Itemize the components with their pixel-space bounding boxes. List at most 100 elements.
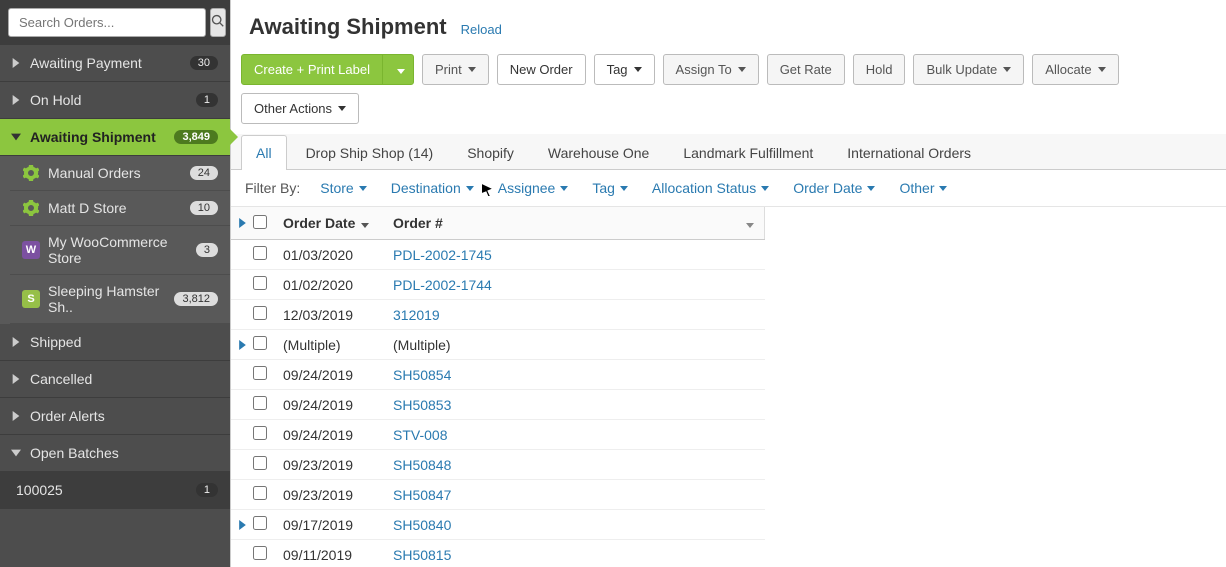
order-link[interactable]: SH50854 (393, 367, 451, 383)
main-panel: Awaiting Shipment Reload Create + Print … (230, 0, 1226, 567)
gear-icon (22, 199, 40, 217)
sidebar-shipped[interactable]: Shipped (0, 324, 230, 361)
sidebar-store-manual[interactable]: Manual Orders 24 (10, 156, 230, 191)
row-checkbox[interactable] (249, 540, 273, 567)
sidebar-open-batches[interactable]: Open Batches (0, 435, 230, 472)
filter-allocation-status[interactable]: Allocation Status (652, 180, 769, 196)
sidebar-item-label: Shipped (30, 334, 218, 350)
sidebar-store-mattd[interactable]: Matt D Store 10 (10, 191, 230, 226)
row-checkbox[interactable] (249, 240, 273, 270)
sidebar-order-alerts[interactable]: Order Alerts (0, 398, 230, 435)
row-checkbox[interactable] (249, 360, 273, 390)
table-row[interactable]: 01/03/2020PDL-2002-1745 (231, 240, 765, 270)
sidebar-awaiting-payment[interactable]: Awaiting Payment 30 (0, 45, 230, 82)
order-link[interactable]: SH50815 (393, 547, 451, 563)
order-link[interactable]: SH50847 (393, 487, 451, 503)
cell-order-number[interactable]: SH50848 (383, 450, 765, 480)
sidebar-cancelled[interactable]: Cancelled (0, 361, 230, 398)
cell-order-number[interactable]: SH50847 (383, 480, 765, 510)
sidebar-item-label: Order Alerts (30, 408, 218, 424)
order-link[interactable]: SH50840 (393, 517, 451, 533)
order-link[interactable]: SH50848 (393, 457, 451, 473)
search-input[interactable] (8, 8, 206, 37)
row-checkbox[interactable] (249, 390, 273, 420)
get-rate-button[interactable]: Get Rate (767, 54, 845, 85)
row-checkbox[interactable] (249, 510, 273, 540)
cell-order-number[interactable]: SH50815 (383, 540, 765, 567)
filter-order-date[interactable]: Order Date (793, 180, 875, 196)
cell-order-number[interactable]: 312019 (383, 300, 765, 330)
order-link[interactable]: PDL-2002-1744 (393, 277, 492, 293)
filter-assignee[interactable]: Assignee (498, 180, 569, 196)
sidebar-store-woocommerce[interactable]: W My WooCommerce Store 3 (10, 226, 230, 275)
reload-link[interactable]: Reload (461, 22, 502, 37)
table-row[interactable]: 09/23/2019SH50847 (231, 480, 765, 510)
tab[interactable]: All (241, 135, 287, 170)
print-button[interactable]: Print (422, 54, 489, 85)
tab[interactable]: Drop Ship Shop (14) (291, 135, 449, 170)
row-checkbox[interactable] (249, 480, 273, 510)
other-actions-button[interactable]: Other Actions (241, 93, 359, 124)
cell-order-number[interactable]: SH50853 (383, 390, 765, 420)
column-label: Order Date (283, 215, 355, 231)
cell-order-number[interactable]: PDL-2002-1744 (383, 270, 765, 300)
filter-store[interactable]: Store (320, 180, 366, 196)
table-row[interactable]: 09/17/2019SH50840 (231, 510, 765, 540)
column-menu-caret[interactable] (746, 215, 754, 231)
table-row[interactable]: 12/03/2019312019 (231, 300, 765, 330)
allocate-button[interactable]: Allocate (1032, 54, 1118, 85)
order-link[interactable]: SH50853 (393, 397, 451, 413)
table-row[interactable]: 09/11/2019SH50815 (231, 540, 765, 567)
dropdown-caret[interactable] (389, 55, 413, 84)
sidebar-item-label: Cancelled (30, 371, 218, 387)
cell-order-number[interactable]: SH50854 (383, 360, 765, 390)
order-link[interactable]: 312019 (393, 307, 440, 323)
tab[interactable]: Shopify (452, 135, 529, 170)
cell-order-number[interactable]: STV-008 (383, 420, 765, 450)
row-expand-toggle[interactable] (231, 510, 249, 540)
column-header-order-number[interactable]: Order # (383, 207, 765, 240)
order-link[interactable]: PDL-2002-1745 (393, 247, 492, 263)
row-checkbox[interactable] (249, 330, 273, 360)
cell-order-date: 09/24/2019 (273, 360, 383, 390)
sidebar-awaiting-shipment[interactable]: Awaiting Shipment 3,849 (0, 119, 230, 156)
order-link[interactable]: STV-008 (393, 427, 447, 443)
sidebar-store-shopify[interactable]: S Sleeping Hamster Sh.. 3,812 (10, 275, 230, 324)
sidebar-on-hold[interactable]: On Hold 1 (0, 82, 230, 119)
row-checkbox[interactable] (249, 300, 273, 330)
hold-button[interactable]: Hold (853, 54, 906, 85)
filter-tag[interactable]: Tag (592, 180, 628, 196)
tag-button[interactable]: Tag (594, 54, 655, 85)
button-label: Print (435, 62, 462, 77)
new-order-button[interactable]: New Order (497, 54, 586, 85)
assign-to-button[interactable]: Assign To (663, 54, 759, 85)
row-checkbox[interactable] (249, 420, 273, 450)
cell-order-number[interactable]: PDL-2002-1745 (383, 240, 765, 270)
sidebar-batch-item[interactable]: 100025 1 (0, 472, 230, 509)
table-row[interactable]: 01/02/2020PDL-2002-1744 (231, 270, 765, 300)
column-header-order-date[interactable]: Order Date (273, 207, 383, 240)
filter-other[interactable]: Other (899, 180, 947, 196)
table-row[interactable]: (Multiple)(Multiple) (231, 330, 765, 360)
cell-order-number[interactable]: SH50840 (383, 510, 765, 540)
table-row[interactable]: 09/24/2019STV-008 (231, 420, 765, 450)
row-expand-toggle (231, 240, 249, 270)
table-row[interactable]: 09/23/2019SH50848 (231, 450, 765, 480)
row-expand-toggle[interactable] (231, 330, 249, 360)
row-checkbox[interactable] (249, 450, 273, 480)
orders-table-wrap[interactable]: Order Date Order # 01/03/2020PDL-2002-17… (231, 207, 1226, 567)
tab[interactable]: Warehouse One (533, 135, 664, 170)
select-all-checkbox[interactable] (249, 207, 273, 240)
table-row[interactable]: 09/24/2019SH50853 (231, 390, 765, 420)
filter-bar: Filter By: StoreDestinationAssigneeTagAl… (231, 170, 1226, 207)
create-print-label-button[interactable]: Create + Print Label (241, 54, 414, 85)
tab[interactable]: International Orders (832, 135, 986, 170)
count-badge: 30 (190, 56, 218, 70)
row-checkbox[interactable] (249, 270, 273, 300)
expand-all-toggle[interactable] (231, 207, 249, 240)
search-button[interactable] (210, 8, 226, 37)
bulk-update-button[interactable]: Bulk Update (913, 54, 1024, 85)
tab[interactable]: Landmark Fulfillment (668, 135, 828, 170)
table-row[interactable]: 09/24/2019 SH50854 (231, 360, 765, 390)
filter-destination[interactable]: Destination (391, 180, 474, 196)
